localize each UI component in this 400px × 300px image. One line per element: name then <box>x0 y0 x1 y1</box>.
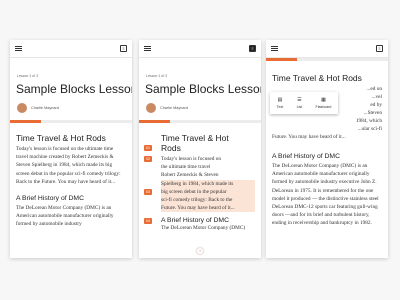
block-row[interactable]: 04 A Brief History of DMC <box>144 217 255 225</box>
popup-option-text[interactable]: ▤ Text <box>277 97 284 109</box>
para-line: sci-fi comedy trilogy: Back to the <box>161 197 233 204</box>
para-line: Robert Zemeckis & Steven <box>161 172 219 179</box>
para-fragment: Future. You may have heard of it... <box>272 134 346 140</box>
para-fragment: 1984, which <box>355 118 382 124</box>
para-line: Today's lesson is focused on <box>161 156 222 162</box>
subsection-title: A Brief History of DMC <box>16 195 84 203</box>
subsection-paragraph: The DeLorean Motor Company (DMC) is an A… <box>16 205 114 228</box>
notes-icon[interactable]: ≡ <box>376 45 383 52</box>
lesson-title: Sample Blocks Lesson <box>16 82 132 96</box>
para-line: Spielberg in 1984, which made its <box>161 180 234 187</box>
notes-icon[interactable]: ≡ <box>120 45 127 52</box>
para-fragment: ed by <box>370 102 382 108</box>
block-tag[interactable]: 02 <box>144 156 152 162</box>
block-row-highlighted[interactable]: sci-fi comedy trilogy: Back to the <box>161 196 255 205</box>
block-row: Robert Zemeckis & Steven <box>161 171 255 179</box>
block-row: the ultimate time travel <box>161 163 255 171</box>
block-tag[interactable]: 04 <box>144 218 152 225</box>
para-line: the ultimate time travel <box>161 164 211 171</box>
para-fragment: ...ular sci-fi <box>357 126 382 132</box>
subsection-title: A Brief History of DMC <box>272 153 340 160</box>
subsection-paragraph: The DeLorean Motor Company (DMC) is an A… <box>272 163 379 227</box>
subsection-title: A Brief History of DMC <box>161 217 229 225</box>
top-bar: ≡ <box>266 40 388 58</box>
lesson-counter: Lesson 1 of 3 <box>17 74 39 78</box>
block-tag[interactable]: 01 <box>144 145 152 151</box>
avatar <box>17 103 27 113</box>
block-rows: Time Travel & Hot 01 Rods 02 Today's les… <box>144 133 255 230</box>
block-row: The DeLorean Motor Company (DMC) <box>161 224 255 230</box>
insert-block-popup: ▤ Text ☰ List ▦ Flashcard <box>270 92 338 114</box>
para-line: Future. You may have heard of it... <box>161 205 235 212</box>
phone-screen-3: ≡ Time Travel & Hot Rods ...ed on ...vel… <box>266 40 388 258</box>
lesson-progress <box>266 58 388 61</box>
author-row: Charlie Maynard <box>17 102 132 114</box>
lesson-progress <box>139 120 261 123</box>
flashcard-icon: ▦ <box>321 97 326 103</box>
section-title: Time Travel & Hot Rods <box>16 133 106 143</box>
avatar <box>146 103 156 113</box>
section-title-line2: Rods <box>161 143 181 153</box>
add-block-button[interactable]: + <box>197 248 203 254</box>
para-fragment: ...vel <box>371 94 382 100</box>
block-row[interactable]: 01 Rods <box>144 143 255 153</box>
lesson-counter: Lesson 1 of 3 <box>146 74 168 78</box>
popup-option-flashcard[interactable]: ▦ Flashcard <box>316 97 332 109</box>
para-line: big screen debut in the popular <box>161 188 227 195</box>
lesson-progress <box>10 120 132 123</box>
notes-icon[interactable]: ≡ <box>249 45 256 52</box>
option-label: Flashcard <box>315 105 332 109</box>
para-fragment: ...Steven <box>363 110 382 116</box>
section-paragraph: Today's lesson is focused on the ultimat… <box>16 146 121 185</box>
block-row-highlighted[interactable]: 03 big screen debut in the popular <box>144 187 255 197</box>
block-row[interactable]: 02 Today's lesson is focused on <box>144 155 255 163</box>
block-row-highlighted[interactable]: Future. You may have heard of it... <box>161 204 255 213</box>
section-title: Time Travel & Hot Rods <box>272 73 362 83</box>
top-bar: ≡ <box>10 40 132 58</box>
block-row[interactable]: Time Travel & Hot <box>161 133 255 143</box>
author-name: Charlie Maynard <box>160 106 188 110</box>
hamburger-icon[interactable] <box>271 46 278 51</box>
text-icon: ▤ <box>277 97 283 103</box>
author-name: Charlie Maynard <box>31 106 59 110</box>
option-label: List <box>296 105 303 109</box>
popup-option-list[interactable]: ☰ List <box>297 97 303 109</box>
block-row-highlighted[interactable]: Spielberg in 1984, which made its <box>161 179 255 188</box>
section-title-line1: Time Travel & Hot <box>161 133 229 143</box>
author-row: Charlie Maynard <box>146 102 261 114</box>
para-fragment: ...ed on <box>366 86 382 92</box>
subsection-paragraph: The DeLorean Motor Company (DMC) <box>161 225 246 231</box>
hamburger-icon[interactable] <box>144 46 151 51</box>
progress-fill <box>139 120 170 123</box>
progress-fill <box>10 120 41 123</box>
phone-screen-2: ≡ Lesson 1 of 3 Sample Blocks Lesson Cha… <box>139 40 261 258</box>
phone-screen-1: ≡ Lesson 1 of 3 Sample Blocks Lesson Cha… <box>10 40 132 258</box>
option-label: Text <box>276 105 284 109</box>
top-bar: ≡ <box>139 40 261 58</box>
list-icon: ☰ <box>297 97 302 103</box>
hamburger-icon[interactable] <box>15 46 22 51</box>
lesson-title: Sample Blocks Lesson <box>145 82 261 96</box>
block-tag[interactable]: 03 <box>144 188 152 195</box>
progress-fill <box>266 58 297 61</box>
